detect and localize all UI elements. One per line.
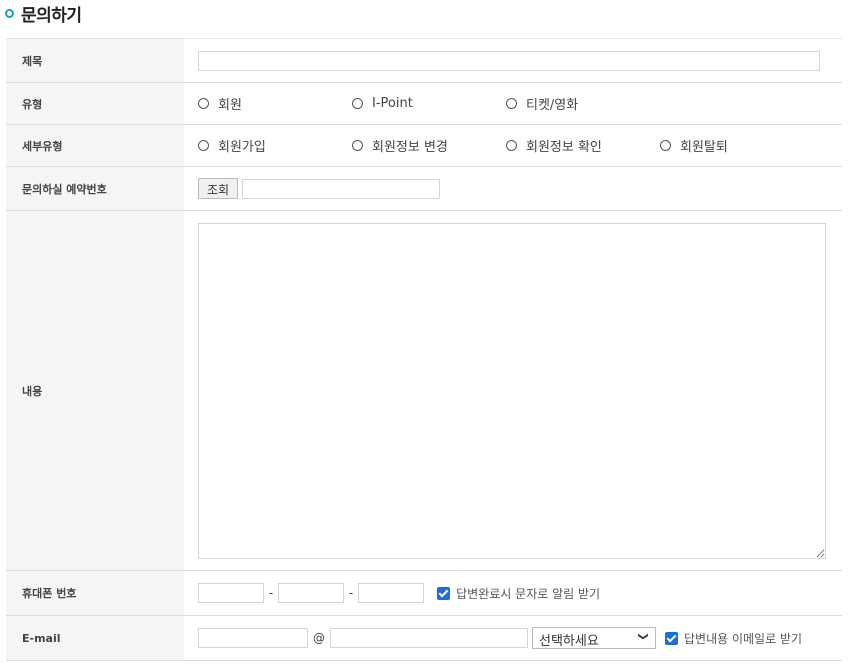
subject-label: 제목 <box>6 38 184 83</box>
subtype-radio-check[interactable]: 회원정보 확인 <box>506 136 660 155</box>
radio-circle-icon <box>198 98 209 109</box>
email-label: E-mail <box>6 615 184 661</box>
phone-part2-input[interactable] <box>278 583 344 603</box>
sms-checkbox[interactable] <box>437 586 451 600</box>
bullet-circle-icon <box>5 9 14 18</box>
type-row: 유형 회원 I-Point 티켓/영화 <box>6 82 842 125</box>
subject-row: 제목 <box>6 38 842 83</box>
sms-checkbox-label: 답변완료시 문자로 알림 받기 <box>456 586 601 601</box>
content-textarea[interactable] <box>198 222 826 559</box>
page-header: 문의하기 <box>0 0 864 38</box>
phone-row: 휴대폰 번호 - - 답변완료시 문자로 알림 받기 <box>6 570 842 616</box>
radio-circle-icon <box>506 140 517 151</box>
radio-circle-icon <box>352 140 363 151</box>
phone-separator: - <box>348 586 354 600</box>
phone-separator: - <box>268 586 274 600</box>
phone-part1-input[interactable] <box>198 583 264 603</box>
reservation-number-input[interactable] <box>242 178 441 199</box>
content-row: 내용 <box>6 210 842 571</box>
subtype-radio-withdraw[interactable]: 회원탈퇴 <box>660 136 814 155</box>
type-radio-ticket[interactable]: 티켓/영화 <box>506 94 660 113</box>
radio-circle-icon <box>506 98 517 109</box>
subtype-radio-join[interactable]: 회원가입 <box>198 136 352 155</box>
email-row: E-mail @ 선택하세요 ❯ 답변내용 이메일로 받기 <box>6 615 842 661</box>
phone-part3-input[interactable] <box>358 583 424 603</box>
chevron-down-icon: ❯ <box>637 632 649 641</box>
radio-circle-icon <box>660 140 671 151</box>
reservation-row: 문의하실 예약번호 조회 <box>6 166 842 211</box>
radio-circle-icon <box>352 98 363 109</box>
lookup-button[interactable]: 조회 <box>198 178 239 199</box>
phone-label: 휴대폰 번호 <box>6 570 184 616</box>
email-receive-label: 답변내용 이메일로 받기 <box>684 631 803 646</box>
subject-input[interactable] <box>198 50 820 71</box>
reservation-label: 문의하실 예약번호 <box>6 166 184 211</box>
type-label: 유형 <box>6 82 184 125</box>
subtype-radio-change[interactable]: 회원정보 변경 <box>352 136 506 155</box>
email-receive-checkbox[interactable] <box>665 631 678 645</box>
email-id-input[interactable] <box>198 628 308 648</box>
page-title: 문의하기 <box>21 6 82 26</box>
email-domain-input[interactable] <box>330 628 528 648</box>
type-radio-member[interactable]: 회원 <box>198 94 352 113</box>
radio-circle-icon <box>198 140 209 151</box>
subtype-row: 세부유형 회원가입 회원정보 변경 회원정보 확인 회원탈퇴 <box>6 124 842 167</box>
subtype-label: 세부유형 <box>6 124 184 167</box>
at-sign: @ <box>313 631 325 645</box>
email-domain-select[interactable]: 선택하세요 ❯ <box>532 627 656 649</box>
inquiry-form: 제목 유형 회원 I-Point 티켓/영화 세부유형 회원가입 회원정보 변경… <box>6 38 842 661</box>
type-radio-ipoint[interactable]: I-Point <box>352 94 506 113</box>
content-label: 내용 <box>6 210 184 571</box>
